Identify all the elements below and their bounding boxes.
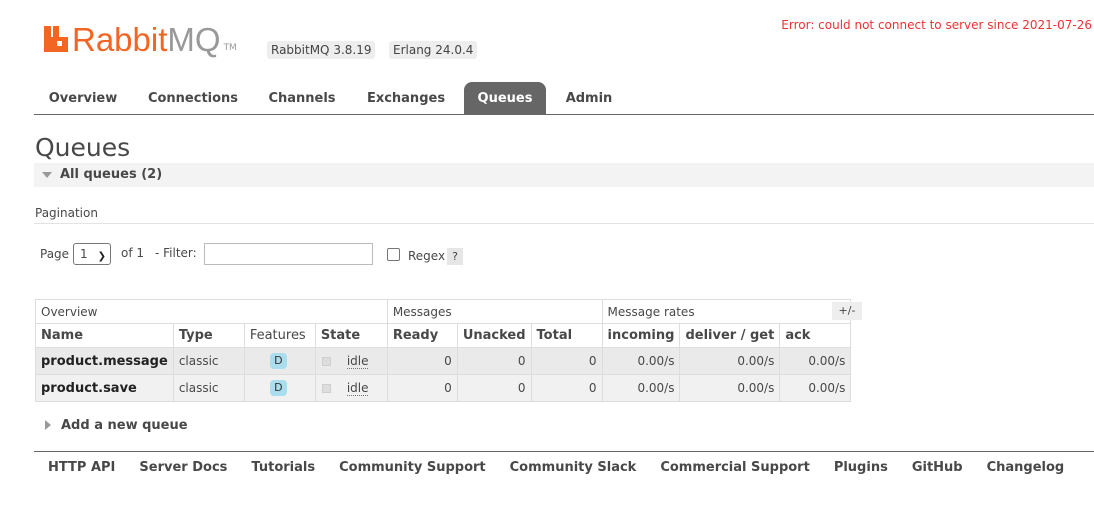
state-label: idle	[346, 380, 369, 396]
queues-table: Overview Messages Message rates Name Typ…	[35, 299, 852, 402]
queue-name-link[interactable]: product.save	[35, 374, 174, 402]
group-header-message-rates: Message rates	[601, 299, 852, 324]
queue-features: D	[243, 374, 316, 402]
rabbit-logo-icon	[44, 26, 68, 52]
pagination-divider	[34, 223, 1094, 224]
group-header-overview: Overview	[35, 299, 388, 324]
tab-queues[interactable]: Queues	[464, 82, 546, 114]
add-new-queue-toggle[interactable]: Add a new queue	[61, 418, 188, 433]
footer-links: HTTP API Server Docs Tutorials Community…	[36, 460, 1076, 475]
filter-input[interactable]	[204, 243, 373, 265]
messages-ready: 0	[386, 374, 458, 402]
page-count-label: of 1	[121, 246, 145, 260]
footer-link-community-support[interactable]: Community Support	[327, 460, 498, 475]
table-row[interactable]: product.save classic D idle 0 0 0 0.00/s…	[35, 374, 852, 402]
queue-state: idle	[314, 374, 388, 402]
tab-exchanges[interactable]: Exchanges	[352, 82, 460, 114]
column-header-type[interactable]: Type	[172, 323, 245, 348]
tab-channels[interactable]: Channels	[255, 82, 349, 114]
footer-link-server-docs[interactable]: Server Docs	[127, 460, 239, 475]
state-indicator-icon	[321, 383, 331, 393]
queue-features: D	[243, 347, 316, 375]
column-header-state[interactable]: State	[314, 323, 388, 348]
column-header-incoming[interactable]: incoming	[601, 323, 681, 348]
queue-type: classic	[172, 374, 245, 402]
column-header-ready[interactable]: Ready	[386, 323, 458, 348]
rate-incoming: 0.00/s	[601, 347, 681, 375]
queue-type: classic	[172, 347, 245, 375]
footer-link-github[interactable]: GitHub	[900, 460, 975, 475]
filter-label: - Filter:	[155, 246, 197, 260]
chevron-down-icon: ❯	[97, 251, 106, 262]
footer-link-tutorials[interactable]: Tutorials	[239, 460, 327, 475]
queue-state: idle	[314, 347, 388, 375]
messages-unacked: 0	[456, 374, 532, 402]
column-header-name[interactable]: Name	[35, 323, 174, 348]
durable-feature-badge: D	[269, 353, 287, 369]
erlang-version-badge: Erlang 24.0.4	[389, 41, 478, 59]
pagination-heading: Pagination	[35, 206, 98, 220]
regex-label: Regex	[408, 249, 446, 263]
page-label: Page	[40, 247, 70, 261]
footer-divider	[34, 451, 1094, 452]
footer-link-community-slack[interactable]: Community Slack	[498, 460, 649, 475]
column-header-ack[interactable]: ack	[779, 323, 852, 348]
rabbitmq-version-badge: RabbitMQ 3.8.19	[267, 41, 376, 59]
page-select-value: 1	[80, 247, 88, 261]
tab-admin[interactable]: Admin	[550, 82, 628, 114]
regex-checkbox[interactable]	[387, 248, 400, 261]
messages-total: 0	[530, 374, 603, 402]
column-header-unacked[interactable]: Unacked	[456, 323, 532, 348]
rate-deliver-get: 0.00/s	[679, 374, 781, 402]
footer-link-changelog[interactable]: Changelog	[975, 460, 1077, 475]
state-indicator-icon	[321, 356, 331, 366]
state-label: idle	[346, 353, 369, 369]
all-queues-heading: All queues (2)	[60, 167, 163, 182]
rate-deliver-get: 0.00/s	[679, 347, 781, 375]
rate-ack: 0.00/s	[779, 347, 852, 375]
tab-connections[interactable]: Connections	[133, 82, 253, 114]
collapse-triangle-icon	[42, 172, 52, 178]
connection-error-message: Error: could not connect to server since…	[781, 18, 1092, 32]
regex-help-button[interactable]: ?	[447, 248, 463, 265]
messages-unacked: 0	[456, 347, 532, 375]
expand-triangle-icon	[45, 420, 51, 430]
footer-link-http-api[interactable]: HTTP API	[36, 460, 127, 475]
footer-link-commercial-support[interactable]: Commercial Support	[648, 460, 822, 475]
tab-overview[interactable]: Overview	[34, 82, 132, 114]
logo-trademark: TM	[223, 43, 237, 53]
column-toggle-button[interactable]: +/-	[832, 302, 862, 320]
all-queues-section-toggle[interactable]: All queues (2)	[34, 163, 1094, 187]
rabbitmq-logo: Rabbit MQ TM	[44, 22, 237, 58]
rate-incoming: 0.00/s	[601, 374, 681, 402]
table-row[interactable]: product.message classic D idle 0 0 0 0.0…	[35, 347, 852, 375]
table-column-header-row: Name Type Features State Ready Unacked T…	[35, 323, 852, 348]
logo-text-mq: MQ	[167, 21, 221, 58]
rate-ack: 0.00/s	[779, 374, 852, 402]
footer-link-plugins[interactable]: Plugins	[822, 460, 900, 475]
column-header-features[interactable]: Features	[243, 323, 316, 348]
column-header-deliver-get[interactable]: deliver / get	[679, 323, 781, 348]
group-header-messages: Messages	[386, 299, 603, 324]
column-header-total[interactable]: Total	[530, 323, 603, 348]
messages-total: 0	[530, 347, 603, 375]
main-nav-tabs: Overview Connections Channels Exchanges …	[34, 82, 1094, 115]
table-group-header-row: Overview Messages Message rates	[35, 299, 852, 324]
queue-name-link[interactable]: product.message	[35, 347, 174, 375]
durable-feature-badge: D	[269, 380, 287, 396]
page-number-select[interactable]: 1 ❯	[73, 243, 111, 265]
page-title: Queues	[35, 133, 131, 162]
messages-ready: 0	[386, 347, 458, 375]
logo-text-rabbit: Rabbit	[72, 21, 168, 58]
